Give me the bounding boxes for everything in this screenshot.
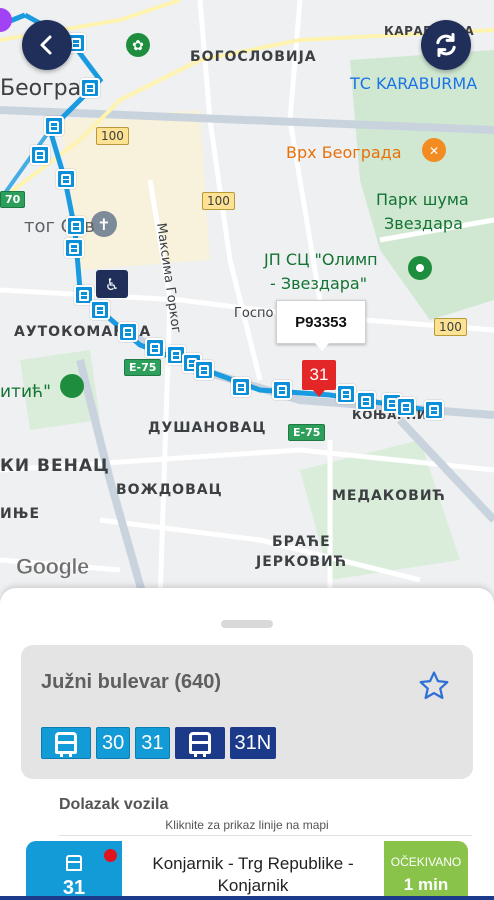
bus-icon — [71, 220, 81, 232]
svg-text:✿: ✿ — [132, 38, 144, 54]
bus-icon — [61, 173, 71, 185]
bus-icon — [95, 304, 105, 316]
label-park-sume-1: Парк шума — [376, 190, 469, 209]
eta-label: OČEKIVANO — [390, 855, 462, 869]
label-gospo: Госпо — [234, 306, 274, 321]
bus-stop-marker[interactable] — [56, 169, 76, 189]
vehicle-pin[interactable]: 31 — [302, 360, 336, 397]
stop-card: Južni bulevar (640) 30 31 31N — [21, 645, 473, 779]
label-vrh-beograda: Врх Београда — [286, 143, 402, 162]
bottom-bar — [0, 896, 494, 900]
bus-stop-marker[interactable] — [30, 145, 50, 165]
bus-stop-marker[interactable] — [118, 322, 138, 342]
google-logo: Google — [16, 554, 90, 580]
arrivals-title: Dolazak vozila — [59, 796, 169, 813]
eta-value: 1 min — [403, 875, 449, 894]
arrival-eta: OČEKIVANO 1 min — [384, 841, 468, 900]
label-ki-venac: КИ ВЕНАЦ — [0, 456, 110, 476]
label-dusanovac: ДУШАНОВАЦ — [148, 420, 267, 436]
bus-stop-marker[interactable] — [356, 391, 376, 411]
road-shield: 70 — [0, 191, 26, 208]
bus-icon — [171, 349, 181, 361]
label-beograd: Београ — [0, 76, 82, 101]
svg-text:✕: ✕ — [429, 144, 439, 158]
label-bogoslovija: БОГОСЛОВИЈА — [190, 49, 317, 65]
live-indicator-dot — [104, 849, 117, 862]
line-badges: 30 31 31N — [41, 727, 277, 759]
bus-icon — [150, 342, 160, 354]
svg-text:✝: ✝ — [97, 215, 110, 234]
bus-icon — [123, 326, 133, 338]
svg-text:♿: ♿ — [105, 275, 119, 294]
label-vozdovac: ВОЖДОВАЦ — [116, 482, 223, 498]
bus-stop-marker[interactable] — [145, 338, 165, 358]
arrival-destination: Konjarnik - Trg Republike - Konjarnik — [152, 854, 354, 895]
refresh-icon — [436, 32, 456, 58]
road-shield-e75: E-75 — [288, 424, 326, 441]
bottom-sheet[interactable]: Južni bulevar (640) 30 31 31N Dolazak vo… — [0, 588, 494, 900]
bus-stop-marker[interactable] — [272, 380, 292, 400]
bus-line-badge-night — [174, 727, 225, 759]
bus-icon — [188, 732, 211, 757]
bus-stop-marker[interactable] — [64, 238, 84, 258]
line-badge-30[interactable]: 30 — [96, 727, 131, 759]
line-badge-31n[interactable]: 31N — [229, 727, 277, 759]
bus-icon — [236, 381, 246, 393]
bus-stop-marker[interactable] — [231, 377, 251, 397]
bus-icon — [69, 242, 79, 254]
bus-icon — [35, 149, 45, 161]
bus-stop-marker[interactable] — [424, 400, 444, 420]
bus-icon — [429, 404, 439, 416]
label-park-sume-2: Звездара — [384, 214, 463, 233]
bus-icon — [341, 388, 351, 400]
star-outline-icon — [419, 671, 449, 700]
label-brace-1: БРАЋЕ — [272, 534, 331, 550]
label-brace-2: ЈЕРКОВИЋ — [256, 554, 348, 570]
bus-icon — [401, 401, 411, 413]
label-inje: ИЊЕ — [0, 506, 41, 522]
bus-icon — [55, 732, 77, 757]
bus-stop-marker[interactable] — [44, 116, 64, 136]
stop-title: Južni bulevar (640) — [41, 671, 222, 693]
back-button[interactable] — [22, 20, 72, 70]
road-shield-e75: E-75 — [124, 359, 162, 376]
road-shield: 100 — [96, 127, 129, 145]
label-jp-sc-1: ЈП СЦ "Олимп — [264, 250, 378, 269]
vehicle-callout: P93353 — [276, 300, 366, 351]
bus-icon — [199, 364, 209, 376]
bus-icon — [361, 395, 371, 407]
bus-icon — [71, 37, 81, 49]
refresh-button[interactable] — [421, 20, 471, 70]
bus-icon — [85, 82, 95, 94]
bus-stop-marker[interactable] — [90, 300, 110, 320]
bus-icon — [49, 120, 59, 132]
bus-icon — [277, 384, 287, 396]
bus-stop-marker[interactable] — [80, 78, 100, 98]
road-shield: 100 — [434, 318, 467, 336]
bus-line-badge — [41, 727, 91, 759]
favorite-button[interactable] — [417, 669, 451, 708]
line-badge-31[interactable]: 31 — [135, 727, 170, 759]
bus-stop-marker[interactable] — [336, 384, 356, 404]
label-medakovic: МЕДАКОВИЋ — [332, 488, 446, 504]
bus-stop-marker[interactable] — [194, 360, 214, 380]
bus-icon — [66, 855, 82, 871]
label-tc-karaburma: ТС KARABURMA — [350, 74, 478, 93]
bus-stop-marker[interactable] — [66, 216, 86, 236]
map-view[interactable]: ✿ ✝ ✕ ♿ БОГОСЛОВИЈА КАРАБУРМА Београ ТС … — [0, 0, 494, 620]
road-shield: 100 — [202, 192, 235, 210]
divider — [59, 835, 472, 836]
bus-stop-marker[interactable] — [396, 397, 416, 417]
label-jp-sc-2: - Звездара" — [270, 274, 368, 293]
arrival-row[interactable]: 31 Konjarnik - Trg Republike - Konjarnik… — [26, 841, 468, 900]
arrivals-hint: Kliknite za prikaz linije na mapi — [165, 818, 329, 832]
bus-icon — [79, 289, 89, 301]
sheet-drag-handle[interactable] — [221, 620, 273, 628]
label-titic: итић" — [0, 382, 51, 402]
chevron-left-icon — [40, 35, 52, 55]
